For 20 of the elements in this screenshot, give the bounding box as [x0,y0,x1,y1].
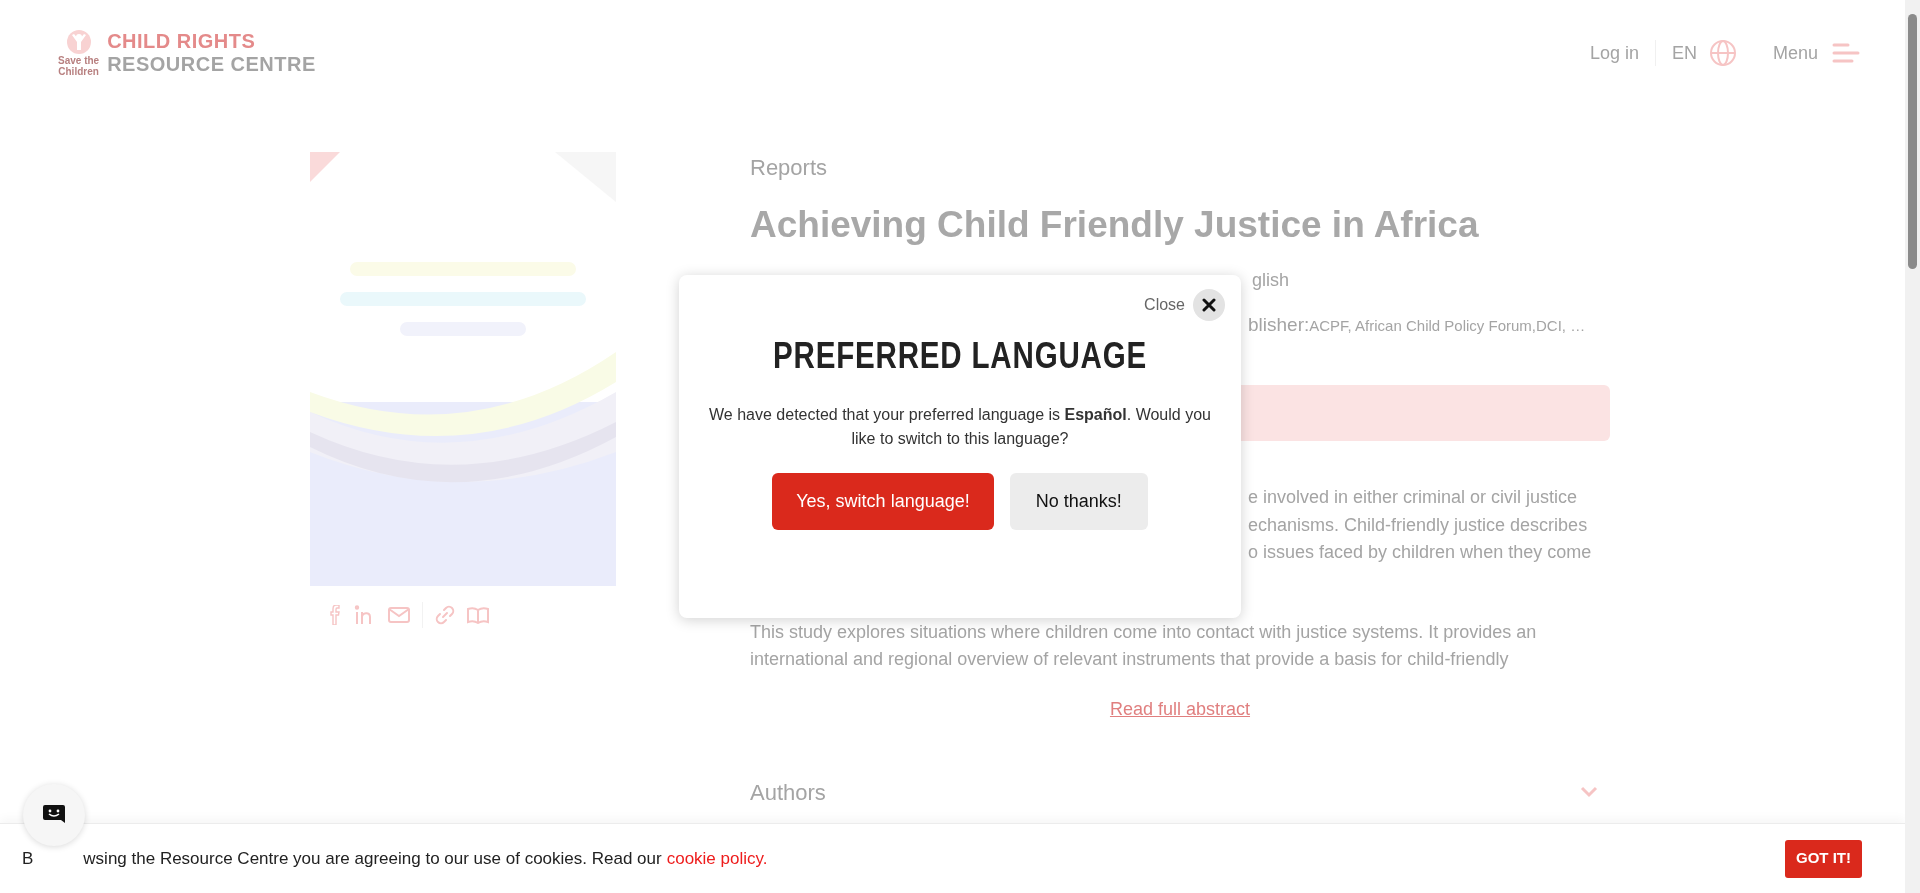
logo-text: CHILD RIGHTS [107,30,257,53]
close-label: Close [1144,295,1185,315]
abstract-text: echanisms. Child-friendly justice describes [1248,513,1588,537]
category-label: Reports [750,154,829,182]
modal-message: We have detected that your preferred language is Español. Would you like to switch to this language? [708,405,1212,449]
abstract-text: e involved in either criminal or civil justice [1248,486,1578,509]
publisher-value: ACPF, African Child Policy Forum,DCI, … [1309,315,1586,336]
logo-text: RESOURCE CENTRE [107,53,316,76]
abstract-text: o issues faced by children when they come [1248,541,1592,564]
language-value: glish [1252,268,1290,292]
cookie-text: B [22,847,34,870]
org-name: Children [58,66,99,77]
abstract-text: international and regional overview of relevant instruments that provide a basis for child-friendly [750,648,1510,671]
abstract-text: This study explores situations where children come into contact with justice systems. It provides an [750,620,1538,644]
section-title: Authors [750,778,826,807]
modal-title: PREFERRED LANGUAGE [773,334,1147,378]
document-title: Achieving Child Friendly Justice in Africa [750,203,1480,247]
cookie-text: wsing the Resource Centre you are agreeing to our use of cookies. Read our [83,847,662,870]
org-name: Save the [58,55,100,66]
publisher-label: blisher: [1248,312,1310,337]
